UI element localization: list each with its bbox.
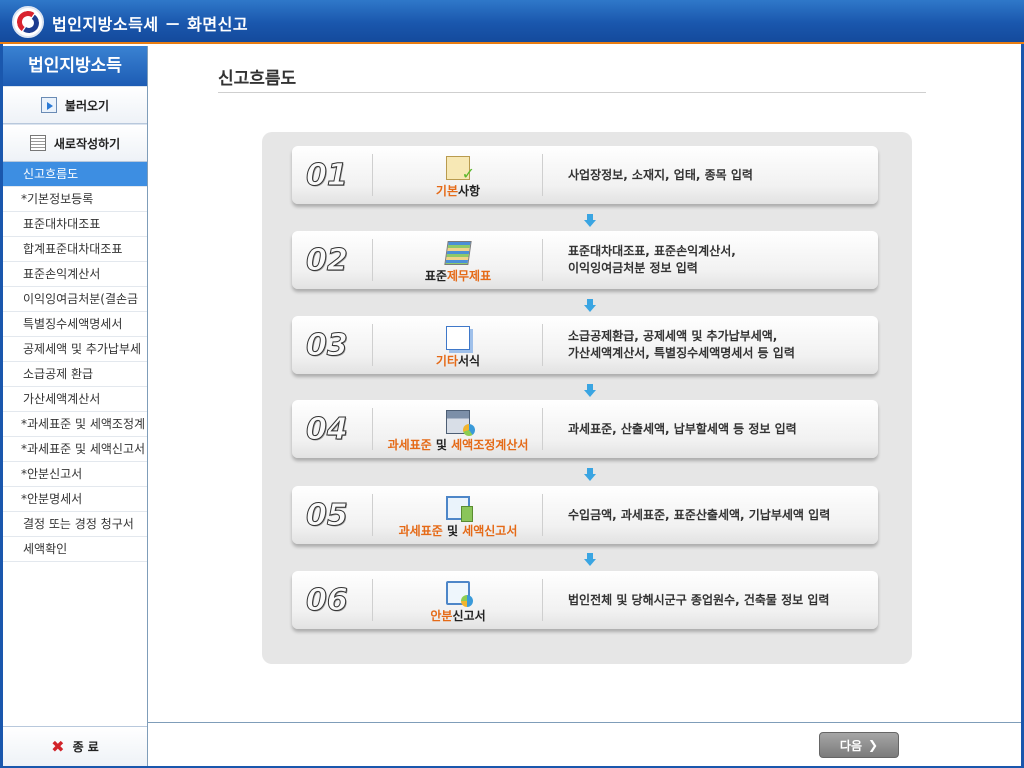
- next-button-label: 다음: [839, 738, 863, 753]
- chevron-right-icon: ❯: [868, 738, 879, 752]
- load-button[interactable]: 불러오기: [3, 86, 147, 124]
- step-label: 기타서식: [435, 354, 481, 368]
- sidebar-item-tax-return[interactable]: *과세표준 및 세액신고서: [3, 437, 147, 462]
- documents-stack-icon: [444, 241, 472, 265]
- arrow-down-icon: [584, 299, 596, 313]
- new-document-button[interactable]: 새로작성하기: [3, 124, 147, 162]
- import-icon: [40, 97, 57, 113]
- main-content: 신고흐름도 01 기본사항 사업장정보, 소재지, 업태, 종목 입력 02 표…: [148, 46, 1021, 722]
- government-emblem-icon: [12, 6, 44, 38]
- calculator-chart-icon: [446, 410, 475, 436]
- step-number: 01: [306, 158, 349, 194]
- step-description: 수입금액, 과세표준, 표준산출세액, 기납부세액 입력: [568, 507, 831, 522]
- sidebar-item-basic-info[interactable]: *기본정보등록: [3, 187, 147, 212]
- new-document-icon: [29, 135, 46, 151]
- step-label: 과세표준 및 세액신고서: [398, 524, 518, 538]
- sidebar-item-income-statement[interactable]: 표준손익계산서: [3, 262, 147, 287]
- sidebar-item-flowchart[interactable]: 신고흐름도: [3, 162, 147, 187]
- step-label: 표준제무제표: [424, 269, 492, 283]
- sidebar-item-apportion-statement[interactable]: *안분명세서: [3, 487, 147, 512]
- close-icon: ✖: [51, 737, 65, 756]
- load-button-label: 불러오기: [64, 98, 110, 113]
- sidebar-item-additional-tax[interactable]: 가산세액계산서: [3, 387, 147, 412]
- sidebar-item-correction-claim[interactable]: 결정 또는 경정 청구서: [3, 512, 147, 537]
- step-description: 법인전체 및 당해시군구 종업원수, 건축물 정보 입력: [568, 592, 830, 607]
- flow-step-05: 05 과세표준 및 세액신고서 수입금액, 과세표준, 표준산출세액, 기납부세…: [292, 486, 878, 544]
- sidebar-header: 법인지방소득: [3, 46, 147, 86]
- bottom-bar: 다음 ❯: [148, 722, 1021, 766]
- sidebar-item-retained-earnings[interactable]: 이익잉여금처분(결손금: [3, 287, 147, 312]
- arrow-down-icon: [584, 384, 596, 398]
- flow-step-02: 02 표준제무제표 표준대차대조표, 표준손익계산서, 이익잉여금처분 정보 입…: [292, 231, 878, 289]
- sidebar-item-special-withholding[interactable]: 특별징수세액명세서: [3, 312, 147, 337]
- flow-step-06: 06 안분신고서 법인전체 및 당해시군구 종업원수, 건축물 정보 입력: [292, 571, 878, 629]
- window-title: 법인지방소득세 － 화면신고: [52, 15, 249, 34]
- sidebar-item-apportion-report[interactable]: *안분신고서: [3, 462, 147, 487]
- step-description: 소급공제환급, 공제세액 및 추가납부세액, 가산세액계산서, 특별징수세액명세…: [568, 329, 795, 360]
- sidebar-item-carryback-refund[interactable]: 소급공제 환급: [3, 362, 147, 387]
- step-label: 과세표준 및 세액조정계산서: [387, 438, 529, 452]
- step-number: 03: [306, 328, 349, 364]
- flow-step-04: 04 과세표준 및 세액조정계산서 과세표준, 산출세액, 납부할세액 등 정보…: [292, 400, 878, 458]
- step-description: 과세표준, 산출세액, 납부할세액 등 정보 입력: [568, 421, 797, 436]
- step-number: 06: [306, 583, 349, 619]
- arrow-down-icon: [584, 468, 596, 482]
- exit-button[interactable]: ✖ 종 료: [3, 726, 147, 766]
- step-number: 02: [306, 243, 349, 279]
- step-description: 사업장정보, 소재지, 업태, 종목 입력: [568, 167, 753, 182]
- page-title: 신고흐름도: [218, 69, 297, 89]
- monitor-pie-icon: [446, 581, 473, 607]
- step-description: 표준대차대조표, 표준손익계산서, 이익잉여금처분 정보 입력: [568, 244, 736, 275]
- flowchart-panel: 01 기본사항 사업장정보, 소재지, 업태, 종목 입력 02 표준제무제표 …: [262, 132, 912, 664]
- sidebar-item-tax-adjustment[interactable]: *과세표준 및 세액조정계: [3, 412, 147, 437]
- sidebar-item-balance-sheet[interactable]: 표준대차대조표: [3, 212, 147, 237]
- form-document-icon: [446, 326, 470, 350]
- step-label: 안분신고서: [430, 609, 486, 623]
- step-label: 기본사항: [435, 184, 481, 198]
- sidebar-item-combined-balance-sheet[interactable]: 합계표준대차대조표: [3, 237, 147, 262]
- title-bar: 법인지방소득세 － 화면신고: [0, 0, 1024, 44]
- sidebar: 법인지방소득 불러오기 새로작성하기 신고흐름도 *기본정보등록 표준대차대조표…: [3, 46, 148, 766]
- flow-step-01: 01 기본사항 사업장정보, 소재지, 업태, 종목 입력: [292, 146, 878, 204]
- step-number: 04: [306, 412, 349, 448]
- arrow-down-icon: [584, 214, 596, 228]
- clipboard-check-icon: [446, 156, 475, 183]
- arrow-down-icon: [584, 553, 596, 567]
- monitor-report-icon: [446, 496, 473, 522]
- exit-button-label: 종 료: [72, 740, 99, 754]
- sidebar-item-tax-confirm[interactable]: 세액확인: [3, 537, 147, 562]
- flow-step-03: 03 기타서식 소급공제환급, 공제세액 및 추가납부세액, 가산세액계산서, …: [292, 316, 878, 374]
- title-divider: [218, 92, 926, 93]
- new-document-button-label: 새로작성하기: [53, 136, 121, 151]
- sidebar-nav: 신고흐름도 *기본정보등록 표준대차대조표 합계표준대차대조표 표준손익계산서 …: [3, 162, 147, 562]
- next-button[interactable]: 다음 ❯: [819, 732, 899, 758]
- sidebar-item-tax-credit[interactable]: 공제세액 및 추가납부세: [3, 337, 147, 362]
- step-number: 05: [306, 498, 349, 534]
